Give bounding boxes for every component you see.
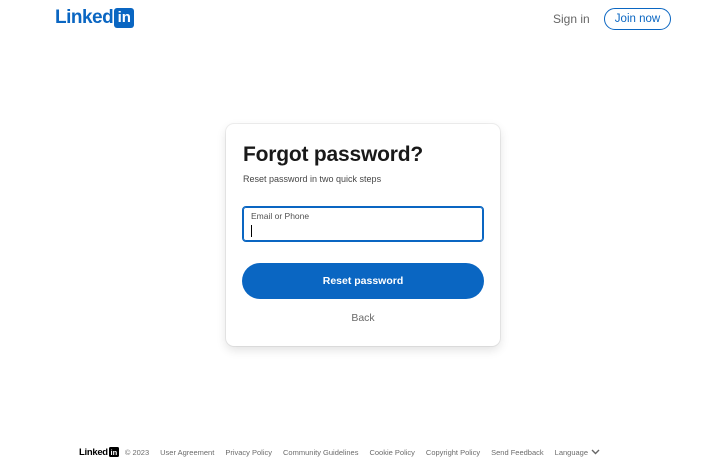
page-title: Forgot password? [243, 143, 423, 166]
join-now-button[interactable]: Join now [604, 8, 671, 30]
text-caret [251, 225, 252, 237]
footer-link-user-agreement[interactable]: User Agreement [160, 448, 214, 457]
linkedin-logo[interactable]: Linked in [55, 7, 135, 28]
forgot-password-card: Forgot password? Reset password in two q… [226, 124, 500, 346]
footer-link-copyright-policy[interactable]: Copyright Policy [426, 448, 480, 457]
footer-linkedin-logo: Linked in [79, 447, 119, 458]
footer-link-cookie-policy[interactable]: Cookie Policy [369, 448, 414, 457]
email-or-phone-label: Email or Phone [251, 211, 310, 221]
footer: Linked in © 2023 User Agreement Privacy … [79, 446, 600, 458]
footer-link-privacy-policy[interactable]: Privacy Policy [225, 448, 272, 457]
logo-in-box: in [114, 8, 135, 28]
footer-language-label: Language [554, 447, 589, 457]
footer-language-selector[interactable]: Language [555, 448, 600, 457]
page-subtitle: Reset password in two quick steps [243, 174, 382, 184]
top-nav: Linked in Sign in Join now [0, 0, 720, 40]
footer-logo-in-box: in [108, 447, 119, 457]
sign-in-link[interactable]: Sign in [553, 12, 590, 26]
reset-password-button[interactable]: Reset password [242, 263, 484, 299]
footer-link-send-feedback[interactable]: Send Feedback [491, 448, 544, 457]
footer-link-community-guidelines[interactable]: Community Guidelines [283, 448, 358, 457]
email-or-phone-field[interactable]: Email or Phone [242, 206, 484, 242]
chevron-down-icon [591, 449, 600, 455]
footer-logo-wordmark: Linked [79, 446, 108, 458]
email-or-phone-input[interactable] [250, 223, 476, 239]
back-link[interactable]: Back [226, 312, 500, 324]
logo-wordmark: Linked [55, 7, 114, 28]
footer-copyright: © 2023 [124, 447, 150, 457]
